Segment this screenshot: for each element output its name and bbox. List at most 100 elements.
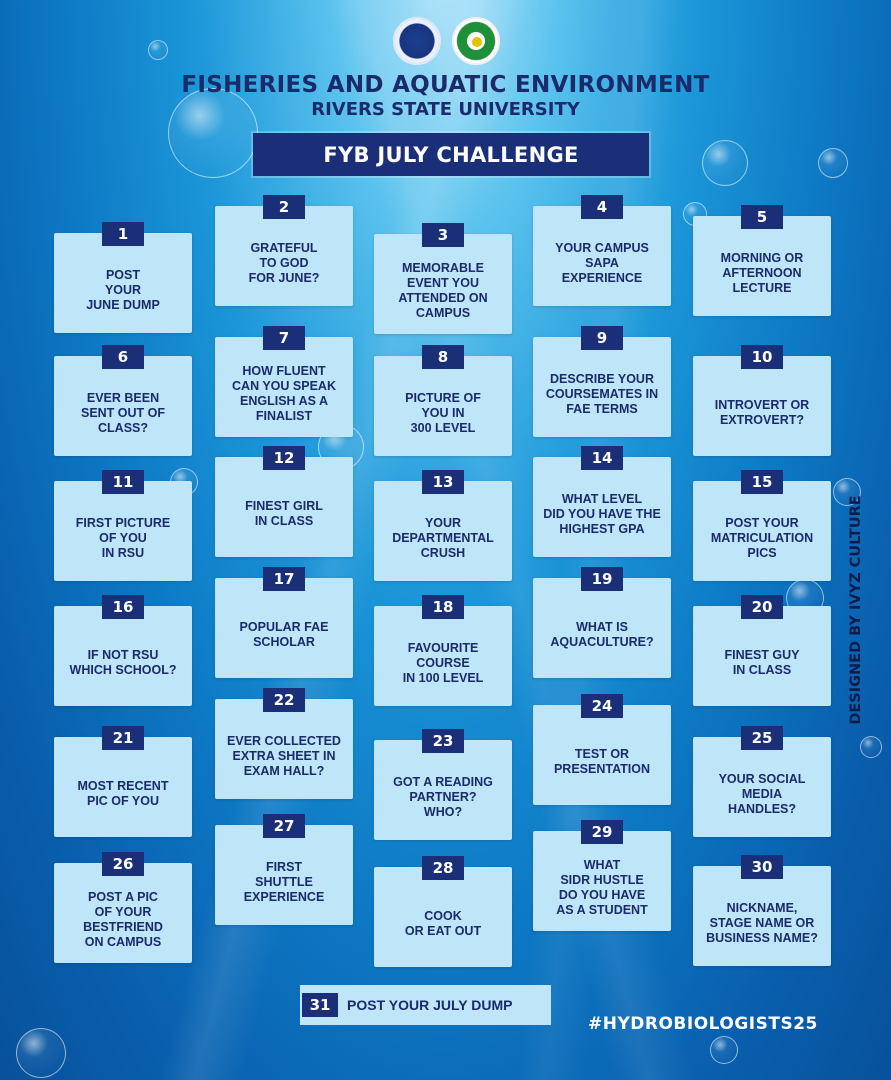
challenge-number: 4 <box>581 195 623 219</box>
challenge-card: 20 FINEST GUY IN CLASS <box>693 595 831 706</box>
challenge-card: 10 INTROVERT OR EXTROVERT? <box>693 345 831 456</box>
challenge-text: POST YOUR JUNE DUMP <box>86 267 160 312</box>
challenge-card: 27 FIRST SHUTTLE EXPERIENCE <box>215 814 353 925</box>
challenge-number: 1 <box>102 222 144 246</box>
challenge-card: 7 HOW FLUENT CAN YOU SPEAK ENGLISH AS A F… <box>215 326 353 437</box>
challenge-card: 1 POST YOUR JUNE DUMP <box>54 222 192 333</box>
challenge-number: 2 <box>263 195 305 219</box>
challenge-number: 16 <box>102 595 144 619</box>
university-logo <box>452 17 500 65</box>
challenge-text: POPULAR FAE SCHOLAR <box>239 620 329 649</box>
hashtag: #HYDROBIOLOGISTS25 <box>588 1014 818 1034</box>
challenge-number: 9 <box>581 326 623 350</box>
bubble-decoration <box>702 140 748 186</box>
challenge-text: FINEST GIRL IN CLASS <box>245 499 323 528</box>
challenge-number: 22 <box>263 688 305 712</box>
challenge-card: 18 FAVOURITE COURSE IN 100 LEVEL <box>374 595 512 706</box>
challenge-text: EVER COLLECTED EXTRA SHEET IN EXAM HALL? <box>227 733 341 778</box>
challenge-number: 8 <box>422 345 464 369</box>
challenge-text: COOK OR EAT OUT <box>404 909 482 938</box>
challenge-card: 23 GOT A READING PARTNER? WHO? <box>374 729 512 840</box>
bubble-decoration <box>16 1028 66 1078</box>
challenge-text: WHAT LEVEL DID YOU HAVE THE HIGHEST GPA <box>543 491 661 536</box>
challenge-text: HOW FLUENT CAN YOU SPEAK ENGLISH AS A FI… <box>232 364 336 423</box>
challenge-text: PICTURE OF YOU IN 300 LEVEL <box>405 390 481 435</box>
challenge-text: FIRST SHUTTLE EXPERIENCE <box>243 859 325 904</box>
challenge-text: EVER BEEN SENT OUT OF CLASS? <box>80 390 166 435</box>
challenge-number: 24 <box>581 694 623 718</box>
challenge-text: POST YOUR MATRICULATION PICS <box>710 515 814 560</box>
challenge-card: 11 FIRST PICTURE OF YOU IN RSU <box>54 470 192 581</box>
challenge-text: WHAT IS AQUACULTURE? <box>550 620 654 649</box>
challenge-card: 19 WHAT IS AQUACULTURE? <box>533 567 671 678</box>
challenge-card: 16 IF NOT RSU WHICH SCHOOL? <box>54 595 192 706</box>
challenge-number: 10 <box>741 345 783 369</box>
challenge-text: POST A PIC OF YOUR BESTFRIEND ON CAMPUS <box>83 890 163 949</box>
challenge-card: 15 POST YOUR MATRICULATION PICS <box>693 470 831 581</box>
challenge-card: 21 MOST RECENT PIC OF YOU <box>54 726 192 837</box>
bubble-decoration <box>148 40 168 60</box>
challenge-text: YOUR SOCIAL MEDIA HANDLES? <box>718 771 806 816</box>
bubble-decoration <box>710 1036 738 1064</box>
challenge-card: 9 DESCRIBE YOUR COURSEMATES IN FAE TERMS <box>533 326 671 437</box>
challenge-text: TEST OR PRESENTATION <box>553 747 651 776</box>
final-challenge-card: 31 POST YOUR JULY DUMP <box>300 985 551 1025</box>
challenge-card: 26 POST A PIC OF YOUR BESTFRIEND ON CAMPU… <box>54 852 192 963</box>
challenge-number: 23 <box>422 729 464 753</box>
challenge-text: FIRST PICTURE OF YOU IN RSU <box>75 515 171 560</box>
challenge-text: GRATEFUL TO GOD FOR JUNE? <box>248 240 320 285</box>
challenge-text: IF NOT RSU WHICH SCHOOL? <box>69 648 177 677</box>
challenge-card: 28 COOK OR EAT OUT <box>374 856 512 967</box>
challenge-number: 28 <box>422 856 464 880</box>
challenge-banner: FYB JULY CHALLENGE <box>253 133 649 176</box>
challenge-card: 4 YOUR CAMPUS SAPA EXPERIENCE <box>533 195 671 306</box>
challenge-card: 30 NICKNAME, STAGE NAME OR BUSINESS NAME? <box>693 855 831 966</box>
challenge-text: GOT A READING PARTNER? WHO? <box>393 774 493 819</box>
challenge-number: 11 <box>102 470 144 494</box>
challenge-text: NICKNAME, STAGE NAME OR BUSINESS NAME? <box>706 900 818 945</box>
challenge-number: 19 <box>581 567 623 591</box>
department-logo <box>393 17 441 65</box>
challenge-number: 17 <box>263 567 305 591</box>
challenge-card: 8 PICTURE OF YOU IN 300 LEVEL <box>374 345 512 456</box>
challenge-number: 6 <box>102 345 144 369</box>
challenge-number: 27 <box>263 814 305 838</box>
page-subtitle: RIVERS STATE UNIVERSITY <box>311 99 580 120</box>
final-challenge-text: POST YOUR JULY DUMP <box>347 997 513 1013</box>
challenge-number: 14 <box>581 446 623 470</box>
challenge-number: 25 <box>741 726 783 750</box>
challenge-number: 12 <box>263 446 305 470</box>
challenge-text: DESCRIBE YOUR COURSEMATES IN FAE TERMS <box>545 371 659 416</box>
challenge-card: 25 YOUR SOCIAL MEDIA HANDLES? <box>693 726 831 837</box>
challenge-number: 3 <box>422 223 464 247</box>
challenge-card: 29 WHAT SIDR HUSTLE DO YOU HAVE AS A STUD… <box>533 820 671 931</box>
challenge-card: 6 EVER BEEN SENT OUT OF CLASS? <box>54 345 192 456</box>
challenge-card: 3 MEMORABLE EVENT YOU ATTENDED ON CAMPUS <box>374 223 512 334</box>
challenge-text: WHAT SIDR HUSTLE DO YOU HAVE AS A STUDEN… <box>556 858 648 917</box>
page-title: FISHERIES AND AQUATIC ENVIRONMENT <box>181 72 710 98</box>
challenge-card: 2 GRATEFUL TO GOD FOR JUNE? <box>215 195 353 306</box>
challenge-card: 14 WHAT LEVEL DID YOU HAVE THE HIGHEST GP… <box>533 446 671 557</box>
challenge-number: 26 <box>102 852 144 876</box>
challenge-card: 24 TEST OR PRESENTATION <box>533 694 671 805</box>
challenge-card: 22 EVER COLLECTED EXTRA SHEET IN EXAM HAL… <box>215 688 353 799</box>
challenge-text: MOST RECENT PIC OF YOU <box>77 779 169 808</box>
final-challenge-number: 31 <box>302 993 338 1017</box>
challenge-text: INTROVERT OR EXTROVERT? <box>714 398 810 427</box>
challenge-number: 15 <box>741 470 783 494</box>
bubble-decoration <box>818 148 848 178</box>
challenge-text: MEMORABLE EVENT YOU ATTENDED ON CAMPUS <box>398 261 488 320</box>
challenge-number: 20 <box>741 595 783 619</box>
challenge-number: 29 <box>581 820 623 844</box>
designer-credit: DESIGNED BY IVYZ CULTURE <box>848 495 864 725</box>
challenge-number: 7 <box>263 326 305 350</box>
challenge-text: FAVOURITE COURSE IN 100 LEVEL <box>402 640 484 685</box>
challenge-card: 13 YOUR DEPARTMENTAL CRUSH <box>374 470 512 581</box>
challenge-number: 13 <box>422 470 464 494</box>
challenge-card: 12 FINEST GIRL IN CLASS <box>215 446 353 557</box>
challenge-number: 5 <box>741 205 783 229</box>
challenge-text: YOUR DEPARTMENTAL CRUSH <box>392 515 494 560</box>
challenge-number: 21 <box>102 726 144 750</box>
challenge-card: 17 POPULAR FAE SCHOLAR <box>215 567 353 678</box>
challenge-number: 18 <box>422 595 464 619</box>
